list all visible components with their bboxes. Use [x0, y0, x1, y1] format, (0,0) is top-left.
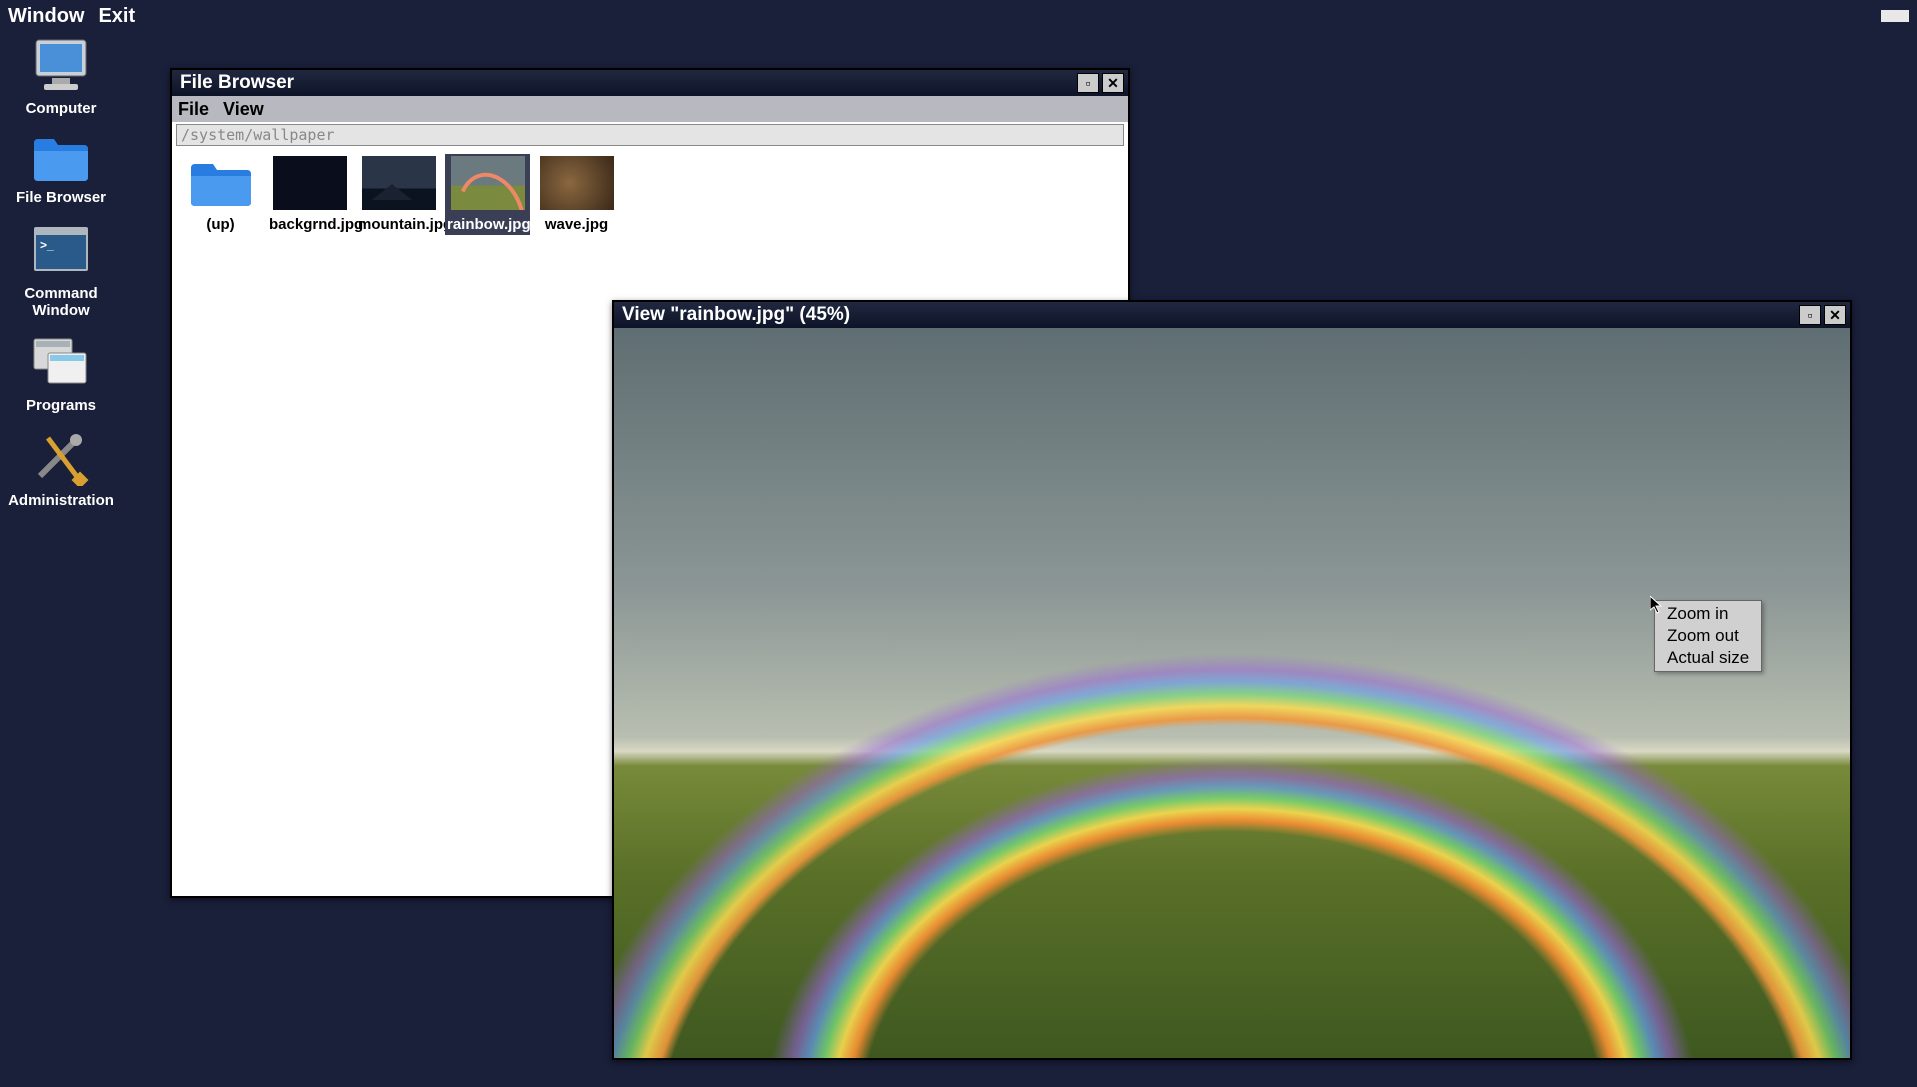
path-input[interactable]: /system/wallpaper: [176, 124, 1124, 146]
thumbnail-icon: [273, 156, 347, 210]
image-viewer-content[interactable]: Zoom in Zoom out Actual size: [614, 328, 1850, 1058]
file-item-label: rainbow.jpg: [447, 216, 528, 233]
desktop-icon-label: Command Window: [6, 285, 116, 320]
context-menu-actual-size: Actual size: [1655, 647, 1761, 669]
menu-view[interactable]: View: [223, 99, 264, 120]
desktop-icon-administration[interactable]: Administration: [6, 428, 116, 509]
tray-indicator[interactable]: [1881, 10, 1909, 22]
file-browser-title: File Browser: [176, 72, 1074, 94]
context-menu-zoom-out[interactable]: Zoom out: [1655, 625, 1761, 647]
file-item-label: wave.jpg: [536, 216, 617, 233]
file-item-rainbow[interactable]: rainbow.jpg: [445, 154, 530, 235]
menu-file[interactable]: File: [178, 99, 209, 120]
context-menu-zoom-in[interactable]: Zoom in: [1655, 603, 1761, 625]
close-button[interactable]: ✕: [1824, 305, 1846, 325]
desktop-icon-programs[interactable]: Programs: [6, 333, 116, 414]
image-viewer-title: View "rainbow.jpg" (45%): [618, 304, 1796, 326]
desktop-icon-filebrowser[interactable]: File Browser: [6, 131, 116, 206]
file-item-backgrnd[interactable]: backgrnd.jpg: [267, 154, 352, 235]
minimize-button[interactable]: ▫: [1799, 305, 1821, 325]
thumbnail-icon: [362, 156, 436, 210]
terminal-icon: >_: [28, 221, 94, 279]
menu-window[interactable]: Window: [8, 5, 84, 28]
svg-text:>_: >_: [40, 238, 54, 252]
context-menu: Zoom in Zoom out Actual size: [1654, 600, 1762, 672]
thumbnail-icon: [451, 156, 525, 210]
close-button[interactable]: ✕: [1102, 73, 1124, 93]
file-browser-titlebar[interactable]: File Browser ▫ ✕: [172, 70, 1128, 96]
administration-icon: [28, 428, 94, 486]
thumbnail-icon: [540, 156, 614, 210]
file-item-mountain[interactable]: mountain.jpg: [356, 154, 441, 235]
menu-exit[interactable]: Exit: [98, 5, 135, 28]
file-item-label: mountain.jpg: [358, 216, 439, 233]
desktop-icon-label: File Browser: [6, 189, 116, 206]
image-viewer-window: View "rainbow.jpg" (45%) ▫ ✕ Zoom in Zoo…: [612, 300, 1852, 1060]
desktop-icon-commandwindow[interactable]: >_ Command Window: [6, 221, 116, 320]
file-browser-menubar: File View: [172, 96, 1128, 122]
file-item-up[interactable]: (up): [178, 154, 263, 235]
desktop-icon-label: Computer: [6, 100, 116, 117]
image-viewer-titlebar[interactable]: View "rainbow.jpg" (45%) ▫ ✕: [614, 302, 1850, 328]
computer-icon: [28, 36, 94, 94]
programs-icon: [28, 333, 94, 391]
system-menubar: Window Exit: [0, 0, 1917, 32]
file-item-label: backgrnd.jpg: [269, 216, 350, 233]
desktop-icon-computer[interactable]: Computer: [6, 36, 116, 117]
file-item-wave[interactable]: wave.jpg: [534, 154, 619, 235]
folder-up-icon: [184, 156, 258, 210]
desktop-icons: Computer File Browser >_ Command Window …: [6, 36, 116, 524]
desktop-icon-label: Programs: [6, 397, 116, 414]
folder-icon: [28, 131, 94, 183]
desktop-icon-label: Administration: [6, 492, 116, 509]
file-item-label: (up): [180, 216, 261, 233]
minimize-button[interactable]: ▫: [1077, 73, 1099, 93]
